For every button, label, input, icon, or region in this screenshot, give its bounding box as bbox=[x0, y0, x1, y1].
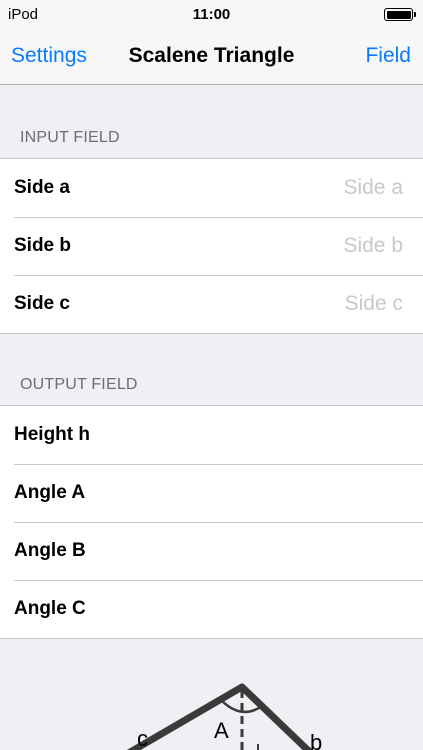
height-h-row: Height h bbox=[0, 406, 423, 464]
angle-b-row: Angle B bbox=[0, 522, 423, 580]
angle-c-row: Angle C bbox=[0, 580, 423, 638]
input-section-header: INPUT FIELD bbox=[20, 129, 120, 146]
angle-a-row: Angle A bbox=[0, 464, 423, 522]
angle-c-label: Angle C bbox=[14, 598, 86, 619]
field-button[interactable]: Field bbox=[365, 44, 411, 68]
side-a-row[interactable]: Side a bbox=[0, 159, 423, 217]
side-a-input[interactable] bbox=[253, 176, 403, 200]
navigation-bar: Settings Scalene Triangle Field bbox=[0, 30, 423, 85]
side-c-row[interactable]: Side c bbox=[0, 275, 423, 333]
output-group: Height h Angle A Angle B Angle C bbox=[0, 405, 423, 639]
side-c-label: Side c bbox=[14, 293, 70, 314]
side-a-label: Side a bbox=[14, 177, 70, 198]
page-title: Scalene Triangle bbox=[128, 44, 295, 67]
side-b-label: Side b bbox=[14, 235, 72, 256]
side-b-diagram-label: b bbox=[310, 730, 323, 750]
side-c-input[interactable] bbox=[253, 292, 403, 316]
angle-a-diagram-label: A bbox=[214, 718, 229, 743]
output-section-header: OUTPUT FIELD bbox=[20, 376, 138, 393]
angle-b-label: Angle B bbox=[14, 540, 86, 561]
side-b-input[interactable] bbox=[253, 234, 403, 258]
side-c-diagram-label: c bbox=[137, 726, 148, 750]
status-time: 11:00 bbox=[192, 6, 231, 23]
input-group: Side a Side b Side c bbox=[0, 158, 423, 334]
status-bar: iPod 11:00 bbox=[0, 0, 423, 30]
battery-icon bbox=[384, 8, 416, 21]
height-h-label: Height h bbox=[14, 424, 90, 445]
angle-a-label: Angle A bbox=[14, 482, 86, 503]
side-b-line bbox=[238, 683, 313, 750]
triangle-svg bbox=[126, 683, 313, 750]
side-b-row[interactable]: Side b bbox=[0, 217, 423, 275]
triangle-diagram: c A b bbox=[0, 638, 423, 750]
